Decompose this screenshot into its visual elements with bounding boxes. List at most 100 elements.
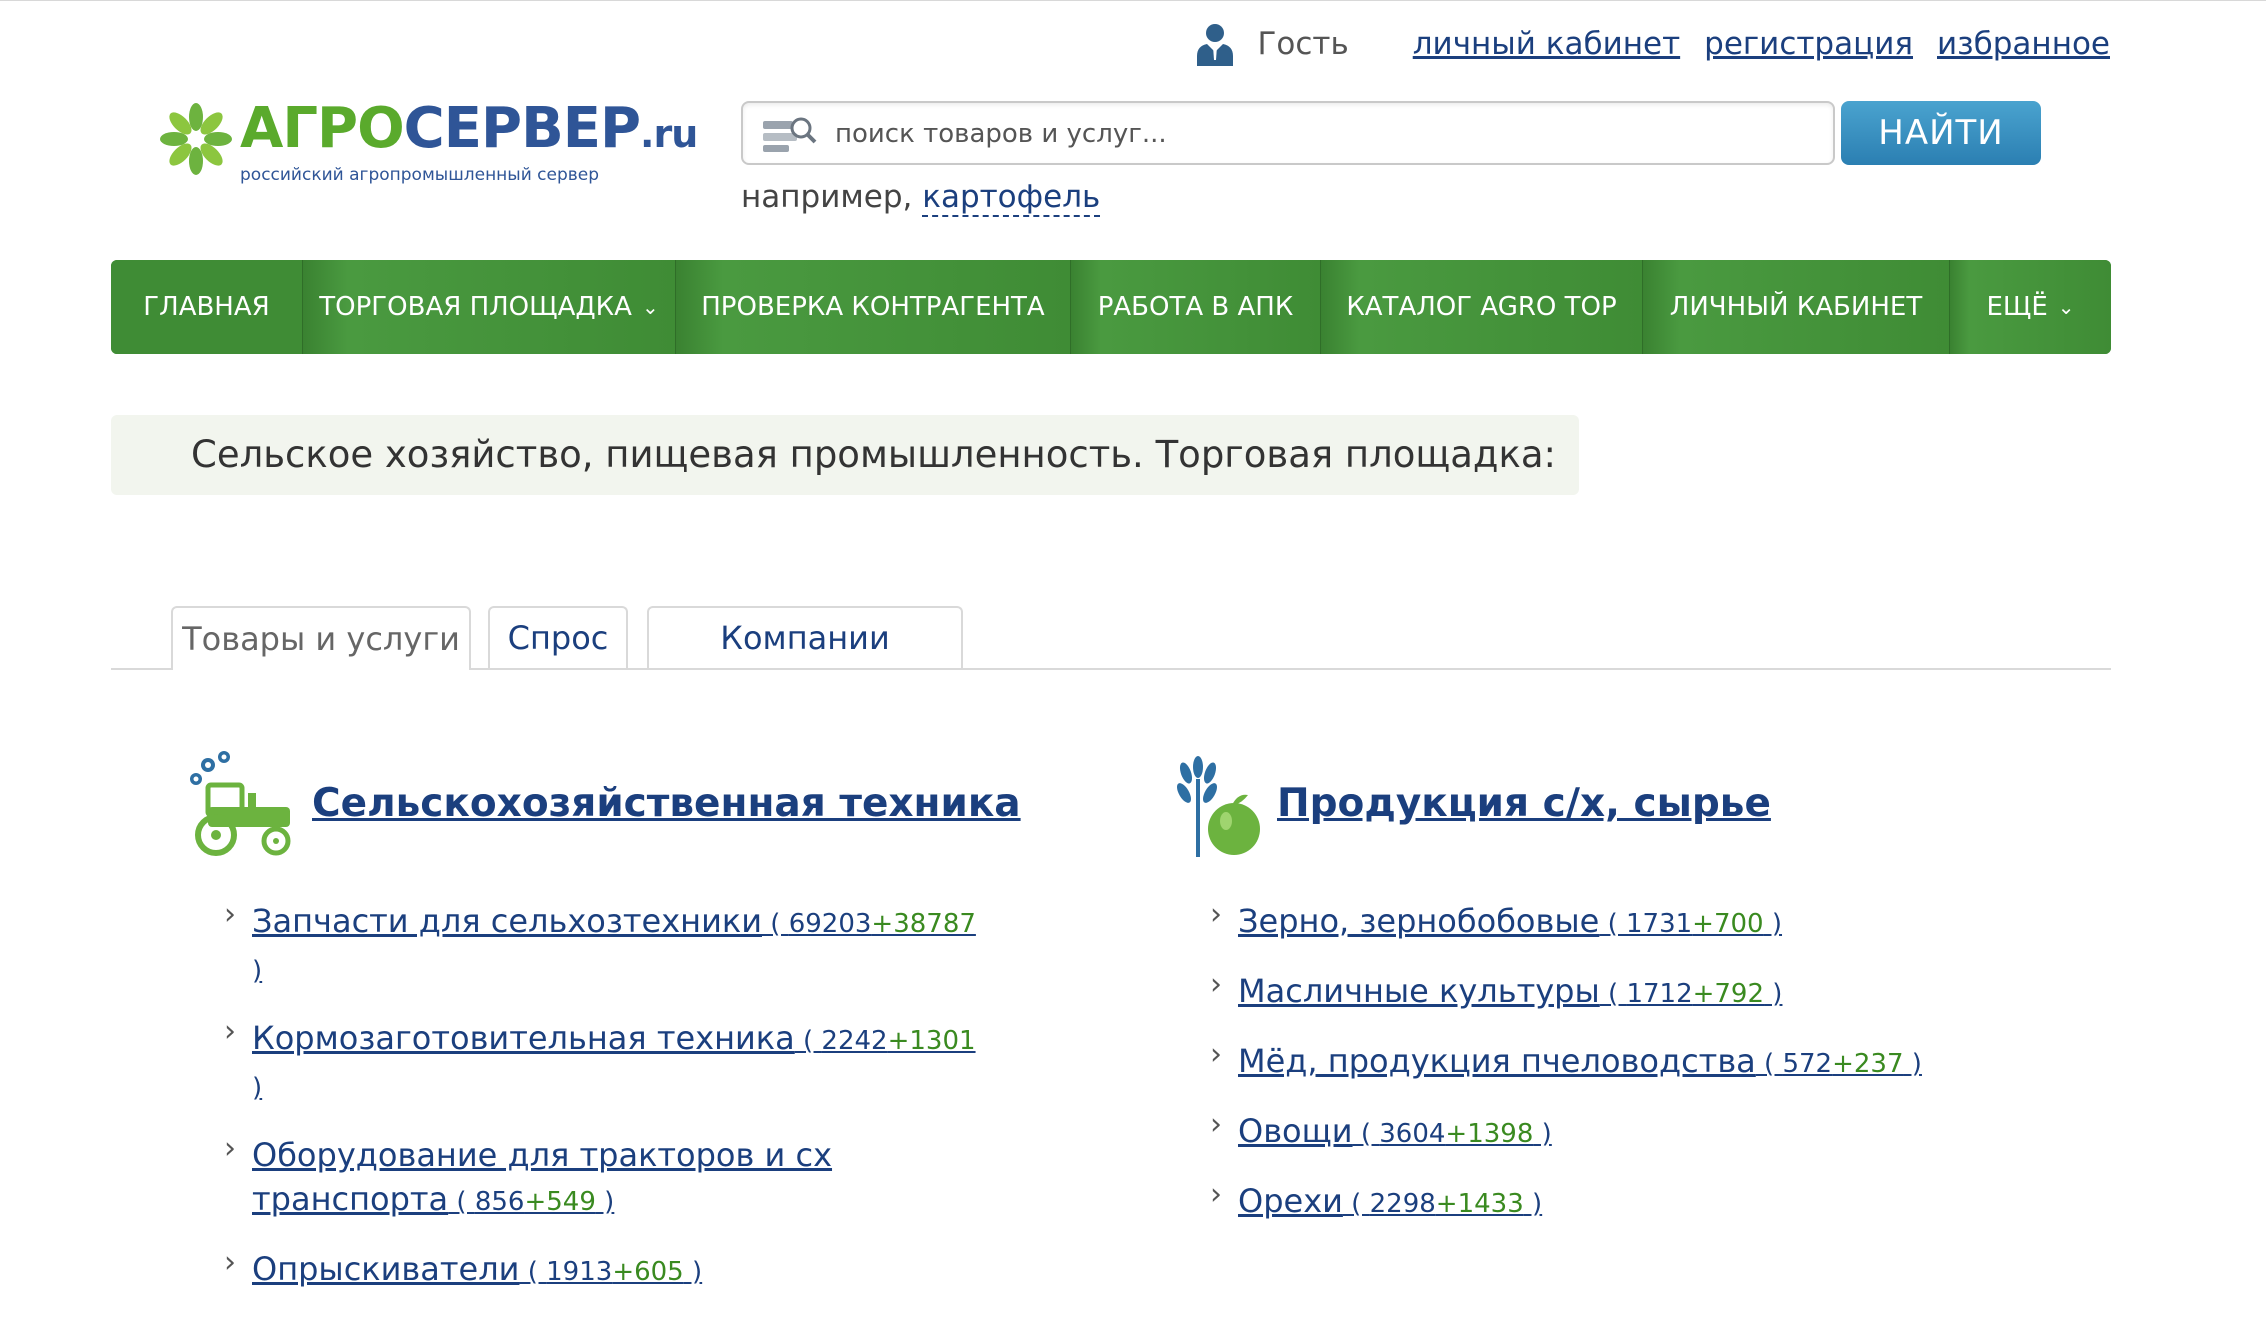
- logo-tagline: российский агропромышленный сервер: [240, 165, 600, 185]
- wheat-apple-icon: [1177, 756, 1260, 857]
- list-item[interactable]: › Оборудование для тракторов и сх транспо…: [224, 1131, 852, 1224]
- chevron-down-icon: ⌄: [2057, 295, 2075, 319]
- item-count: ( 1731+700 ): [1599, 909, 1783, 939]
- item-label[interactable]: Орехи: [1238, 1182, 1343, 1220]
- search-filter-icon: [763, 117, 817, 152]
- item-label[interactable]: Зерно, зернобобовые: [1238, 902, 1599, 940]
- count-added: +1398: [1445, 1119, 1534, 1149]
- logo-word-server: СЕРВЕР: [403, 96, 641, 161]
- nav-counterparty-check[interactable]: ПРОВЕРКА КОНТРАГЕНТА: [675, 260, 1070, 354]
- nav-label: ЛИЧНЫЙ КАБИНЕТ: [1669, 292, 1923, 322]
- count-value: 3604: [1379, 1119, 1446, 1149]
- item-count: ( 572+237 ): [1755, 1049, 1922, 1079]
- chevron-down-icon: ⌄: [641, 295, 659, 319]
- nav-catalog[interactable]: КАТАЛОГ AGRO TOP: [1320, 260, 1642, 354]
- item-label[interactable]: Кормозаготовительная техника: [252, 1019, 795, 1057]
- example-prefix: например,: [741, 179, 913, 215]
- search-button[interactable]: НАЙТИ: [1841, 101, 2041, 165]
- user-bar: Гость личный кабинет регистрация избранн…: [1195, 15, 2110, 73]
- user-icon: [1197, 24, 1234, 66]
- chevron-right-icon: ›: [224, 897, 236, 932]
- nav-more[interactable]: ЕЩЁ ⌄: [1949, 260, 2111, 354]
- logo-word-domain: .ru: [640, 112, 698, 156]
- nav-label: РАБОТА В АПК: [1097, 292, 1294, 322]
- chevron-right-icon: ›: [224, 1245, 236, 1280]
- count-value: 1731: [1626, 909, 1693, 939]
- item-count: ( 1712+792 ): [1599, 979, 1783, 1009]
- example-link[interactable]: картофель: [922, 179, 1101, 217]
- chevron-right-icon: ›: [1210, 1177, 1222, 1212]
- nav-home[interactable]: ГЛАВНАЯ: [111, 260, 302, 354]
- count-value: 572: [1782, 1049, 1833, 1079]
- count-added: +38787: [871, 909, 976, 939]
- logo-wordmark: АГРОСЕРВЕР.ru: [240, 89, 698, 174]
- chevron-right-icon: ›: [1210, 967, 1222, 1002]
- subcategory-list: › Запчасти для сельхозтехники ( 69203+387…: [224, 897, 984, 1317]
- tab-label: Спрос: [507, 619, 609, 657]
- nav-jobs[interactable]: РАБОТА В АПК: [1070, 260, 1320, 354]
- subcategory-list: › Зерно, зернобобовые ( 1731+700 ) › Масли…: [1210, 897, 1970, 1249]
- site-logo[interactable]: АГРОСЕРВЕР.ru российский агропромышленны…: [158, 96, 698, 191]
- nav-label: КАТАЛОГ AGRO TOP: [1346, 292, 1617, 322]
- nav-label: ЕЩЁ: [1986, 292, 2048, 322]
- list-item[interactable]: › Овощи ( 3604+1398 ): [1210, 1107, 1970, 1156]
- favorites-link[interactable]: избранное: [1937, 26, 2110, 62]
- page-title: Сельское хозяйство, пищевая промышленнос…: [191, 433, 1556, 476]
- list-item[interactable]: › Кормозаготовительная техника ( 2242+130…: [224, 1014, 984, 1110]
- search-box: [741, 101, 1835, 165]
- count-added: +1433: [1435, 1189, 1524, 1219]
- list-item[interactable]: › Масличные культуры ( 1712+792 ): [1210, 967, 1970, 1016]
- chevron-right-icon: ›: [1210, 1107, 1222, 1142]
- count-value: 2242: [821, 1026, 888, 1056]
- nav-label: ТОРГОВАЯ ПЛОЩАДКА: [319, 292, 632, 322]
- item-label[interactable]: Масличные культуры: [1238, 972, 1600, 1010]
- search-example: например, картофель: [741, 179, 1101, 217]
- item-count: ( 2298+1433 ): [1342, 1189, 1543, 1219]
- nav-marketplace[interactable]: ТОРГОВАЯ ПЛОЩАДКА ⌄: [302, 260, 675, 354]
- item-label[interactable]: Овощи: [1238, 1112, 1353, 1150]
- logo-word-agro: АГРО: [240, 96, 405, 161]
- tab-demand[interactable]: Спрос: [488, 606, 628, 668]
- item-count: ( 1913+605 ): [519, 1257, 703, 1287]
- tractor-icon: [190, 751, 291, 856]
- nav-label: ГЛАВНАЯ: [143, 292, 270, 322]
- tab-bar: Товары и услуги Спрос Компании: [111, 606, 2111, 670]
- list-item[interactable]: › Мёд, продукция пчеловодства ( 572+237 ): [1210, 1037, 1970, 1086]
- category-title[interactable]: Сельскохозяйственная техника: [312, 781, 1021, 826]
- nav-account[interactable]: ЛИЧНЫЙ КАБИНЕТ: [1642, 260, 1949, 354]
- count-value: 69203: [788, 909, 872, 939]
- count-added: +605: [612, 1257, 684, 1287]
- item-label[interactable]: Мёд, продукция пчеловодства: [1238, 1042, 1756, 1080]
- tab-goods-services[interactable]: Товары и услуги: [171, 606, 471, 670]
- main-nav: ГЛАВНАЯ ТОРГОВАЯ ПЛОЩАДКА ⌄ ПРОВЕРКА КОН…: [111, 260, 2111, 354]
- chevron-right-icon: ›: [1210, 897, 1222, 932]
- list-item[interactable]: › Орехи ( 2298+1433 ): [1210, 1177, 1970, 1226]
- tab-label: Товары и услуги: [182, 620, 460, 658]
- tab-companies[interactable]: Компании: [647, 606, 963, 668]
- count-value: 1913: [546, 1257, 613, 1287]
- list-item[interactable]: › Запчасти для сельхозтехники ( 69203+387…: [224, 897, 984, 993]
- count-value: 1712: [1626, 979, 1693, 1009]
- item-count: ( 3604+1398 ): [1352, 1119, 1552, 1149]
- page-heading-box: Сельское хозяйство, пищевая промышленнос…: [111, 415, 1579, 495]
- guest-label: Гость: [1257, 26, 1349, 62]
- list-item[interactable]: › Опрыскиватели ( 1913+605 ): [224, 1245, 984, 1294]
- chevron-right-icon: ›: [1210, 1037, 1222, 1072]
- item-label[interactable]: Запчасти для сельхозтехники: [252, 902, 762, 940]
- count-added: +792: [1692, 979, 1765, 1009]
- category-title[interactable]: Продукция с/х, сырье: [1277, 781, 1771, 826]
- count-added: +1301: [887, 1026, 976, 1056]
- search-input[interactable]: [833, 111, 1817, 157]
- item-label[interactable]: Опрыскиватели: [252, 1250, 519, 1288]
- logo-flower-icon: [160, 103, 232, 175]
- chevron-right-icon: ›: [224, 1131, 236, 1166]
- list-item[interactable]: › Зерно, зернобобовые ( 1731+700 ): [1210, 897, 1970, 946]
- chevron-right-icon: ›: [224, 1014, 236, 1049]
- account-link[interactable]: личный кабинет: [1413, 26, 1680, 62]
- count-value: 2298: [1369, 1189, 1436, 1219]
- tab-label: Компании: [720, 619, 890, 657]
- nav-label: ПРОВЕРКА КОНТРАГЕНТА: [701, 292, 1045, 322]
- register-link[interactable]: регистрация: [1704, 26, 1913, 62]
- count-added: +237: [1832, 1049, 1904, 1079]
- count-added: +700: [1692, 909, 1764, 939]
